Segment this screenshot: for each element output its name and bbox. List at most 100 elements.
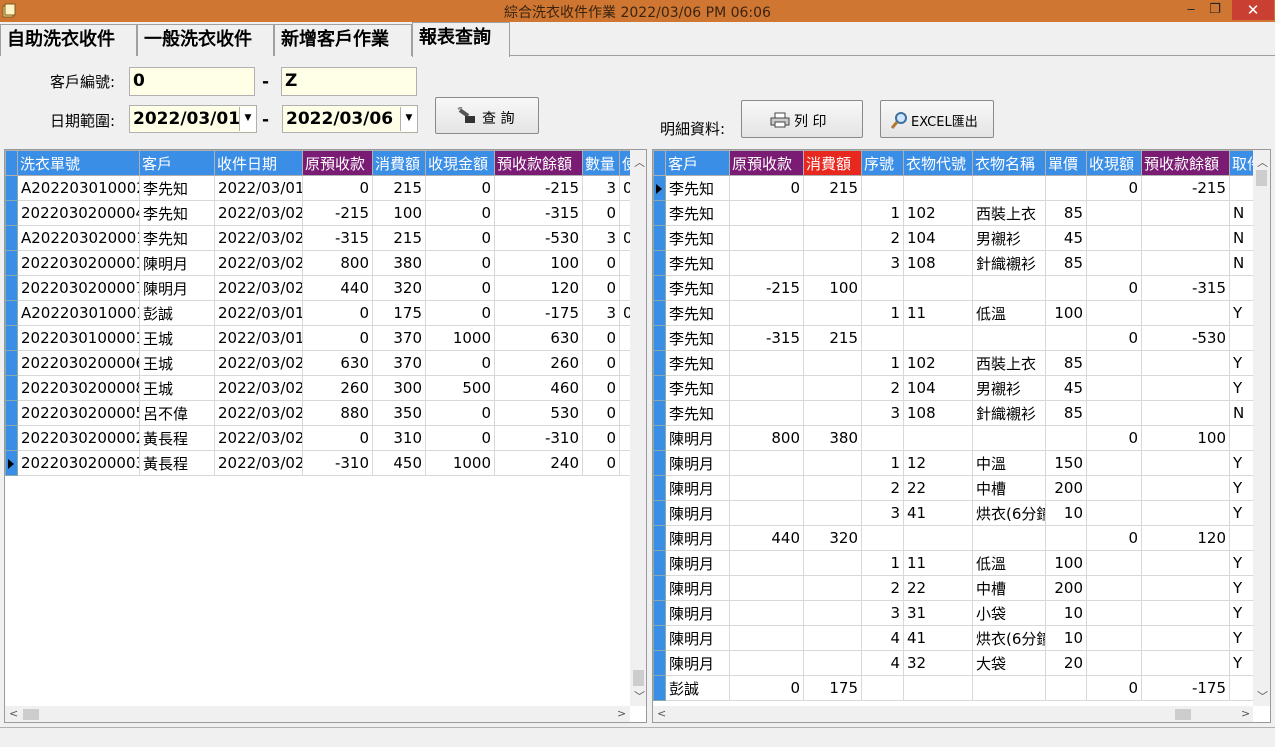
- table-cell[interactable]: 0: [425, 250, 495, 276]
- table-cell[interactable]: 烘衣(6分鐘): [972, 625, 1046, 651]
- table-cell[interactable]: [803, 400, 862, 426]
- table-cell[interactable]: 2022/03/02: [214, 250, 303, 276]
- table-cell[interactable]: 0: [729, 175, 804, 201]
- table-row[interactable]: 李先知 1 102 西裝上衣 85 Y: [653, 350, 1256, 376]
- table-cell[interactable]: [1086, 575, 1142, 601]
- table-cell[interactable]: A202203010002: [17, 175, 140, 201]
- table-cell[interactable]: Y: [1229, 500, 1256, 526]
- table-cell[interactable]: 王城: [139, 325, 215, 351]
- table-cell[interactable]: 0: [582, 275, 620, 301]
- table-cell[interactable]: 450: [372, 450, 426, 476]
- col-header-receive-date[interactable]: 收件日期: [214, 150, 303, 176]
- row-selector[interactable]: [5, 450, 18, 476]
- table-cell[interactable]: 低溫: [972, 550, 1046, 576]
- table-cell[interactable]: 陳明月: [665, 625, 730, 651]
- table-cell[interactable]: -315: [729, 325, 804, 351]
- table-cell[interactable]: 215: [803, 175, 862, 201]
- restore-button[interactable]: ❐: [1203, 0, 1227, 20]
- table-cell[interactable]: 2022/03/02: [214, 225, 303, 251]
- table-cell[interactable]: [803, 350, 862, 376]
- table-cell[interactable]: 李先知: [665, 325, 730, 351]
- table-cell[interactable]: 2022/03/02: [214, 200, 303, 226]
- row-selector[interactable]: [653, 200, 666, 226]
- table-cell[interactable]: 31: [903, 600, 973, 626]
- table-cell[interactable]: [1086, 375, 1142, 401]
- table-row[interactable]: 李先知 2 104 男襯衫 45 Y: [653, 375, 1256, 401]
- table-cell[interactable]: [972, 425, 1046, 451]
- table-cell[interactable]: 108: [903, 250, 973, 276]
- table-cell[interactable]: 200: [1045, 475, 1087, 501]
- table-cell[interactable]: 32: [903, 650, 973, 676]
- date-to-input[interactable]: 2022/03/06 ▼: [282, 105, 418, 133]
- table-cell[interactable]: Y: [1229, 300, 1256, 326]
- table-cell[interactable]: 0: [425, 350, 495, 376]
- table-cell[interactable]: [861, 275, 904, 301]
- table-cell[interactable]: 2: [861, 575, 904, 601]
- table-cell[interactable]: [903, 325, 973, 351]
- table-row[interactable]: 彭誠 0 175 0 -175: [653, 675, 1256, 701]
- table-cell[interactable]: 800: [302, 250, 373, 276]
- table-cell[interactable]: 2: [861, 375, 904, 401]
- table-cell[interactable]: 0: [302, 325, 373, 351]
- close-button[interactable]: ✕: [1232, 0, 1274, 20]
- table-cell[interactable]: 陳明月: [665, 525, 730, 551]
- table-cell[interactable]: 2022/03/02: [214, 425, 303, 451]
- table-cell[interactable]: 陳明月: [665, 475, 730, 501]
- table-cell[interactable]: [729, 350, 804, 376]
- table-cell[interactable]: 2022030200001: [17, 250, 140, 276]
- table-cell[interactable]: [729, 400, 804, 426]
- table-cell[interactable]: 陳明月: [139, 250, 215, 276]
- table-row[interactable]: 陳明月 4 32 大袋 20 Y: [653, 650, 1256, 676]
- table-cell[interactable]: Y: [1229, 625, 1256, 651]
- table-cell[interactable]: 0: [425, 275, 495, 301]
- col-header-cash[interactable]: 收現金額: [425, 150, 495, 176]
- table-cell[interactable]: [861, 325, 904, 351]
- table-cell[interactable]: 0: [425, 200, 495, 226]
- table-cell[interactable]: Y: [1229, 475, 1256, 501]
- table-cell[interactable]: 380: [803, 425, 862, 451]
- table-cell[interactable]: [903, 425, 973, 451]
- table-cell[interactable]: 0: [582, 450, 620, 476]
- col-header-prepaid[interactable]: 原預收款: [729, 150, 804, 176]
- table-cell[interactable]: [1086, 450, 1142, 476]
- table-cell[interactable]: 0: [582, 425, 620, 451]
- table-cell[interactable]: [803, 450, 862, 476]
- table-cell[interactable]: 3: [861, 400, 904, 426]
- row-selector[interactable]: [5, 375, 18, 401]
- table-cell[interactable]: 100: [372, 200, 426, 226]
- scroll-left-icon[interactable]: <: [9, 707, 18, 720]
- table-cell[interactable]: 3: [582, 225, 620, 251]
- table-cell[interactable]: [729, 500, 804, 526]
- table-cell[interactable]: 陳明月: [665, 425, 730, 451]
- table-cell[interactable]: 1: [861, 450, 904, 476]
- table-cell[interactable]: [1141, 200, 1230, 226]
- row-selector[interactable]: [653, 600, 666, 626]
- table-cell[interactable]: [803, 600, 862, 626]
- table-cell[interactable]: 王城: [139, 375, 215, 401]
- table-cell[interactable]: 370: [372, 325, 426, 351]
- right-vertical-scrollbar[interactable]: ︿ ﹀: [1253, 150, 1270, 706]
- col-header-balance[interactable]: 預收款餘額: [1141, 150, 1230, 176]
- table-cell[interactable]: [1229, 175, 1256, 201]
- table-cell[interactable]: 41: [903, 500, 973, 526]
- scroll-left-icon[interactable]: <: [657, 707, 666, 720]
- table-cell[interactable]: 0: [582, 350, 620, 376]
- table-cell[interactable]: 針織襯衫: [972, 250, 1046, 276]
- table-cell[interactable]: [803, 500, 862, 526]
- table-cell[interactable]: 200: [1045, 575, 1087, 601]
- table-cell[interactable]: [729, 450, 804, 476]
- table-cell[interactable]: [1086, 200, 1142, 226]
- row-selector[interactable]: [5, 250, 18, 276]
- table-cell[interactable]: -215: [729, 275, 804, 301]
- table-row[interactable]: 2022030200008 王城 2022/03/02 260 300 500 460 0: [5, 375, 636, 401]
- table-cell[interactable]: -215: [1141, 175, 1230, 201]
- table-cell[interactable]: 175: [803, 675, 862, 701]
- col-header-spent[interactable]: 消費額: [803, 150, 862, 176]
- table-cell[interactable]: 10: [1045, 625, 1087, 651]
- table-cell[interactable]: 2022/03/02: [214, 400, 303, 426]
- table-cell[interactable]: [861, 675, 904, 701]
- table-cell[interactable]: 0: [582, 200, 620, 226]
- col-header-order-no[interactable]: 洗衣單號: [17, 150, 140, 176]
- table-cell[interactable]: 2022/03/02: [214, 375, 303, 401]
- table-cell[interactable]: [1045, 425, 1087, 451]
